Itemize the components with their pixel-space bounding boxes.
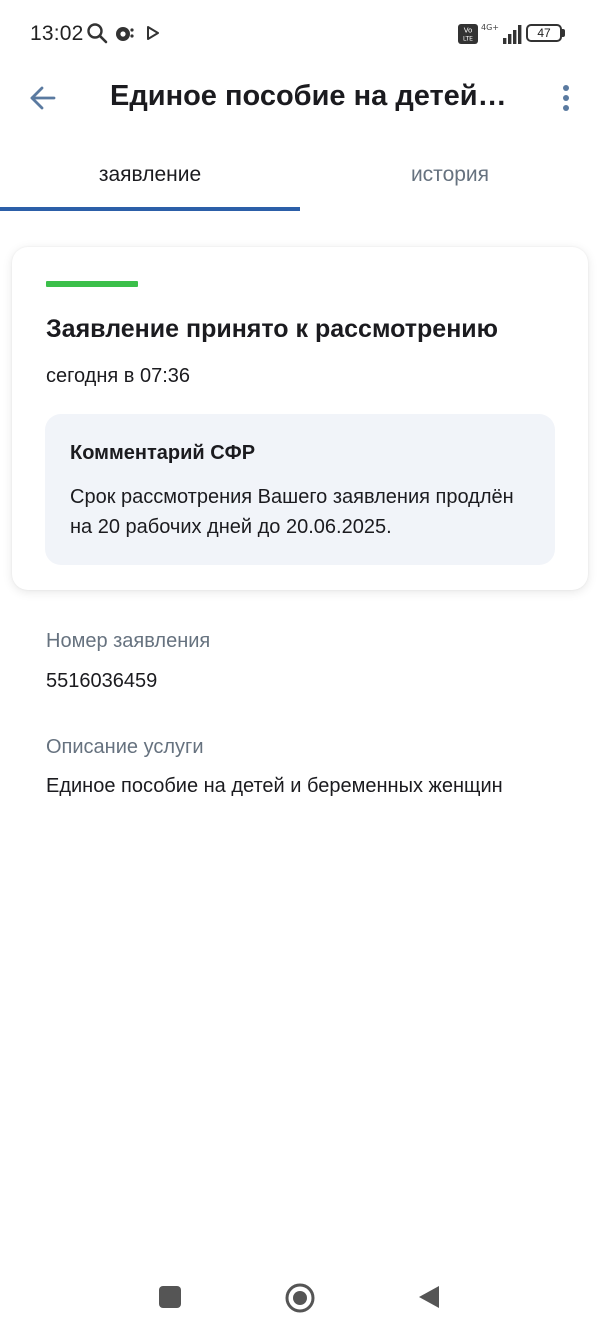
status-title: Заявление принято к рассмотрению bbox=[46, 315, 499, 343]
application-number-label: Номер заявления bbox=[46, 630, 211, 652]
svg-text:Vo: Vo bbox=[464, 27, 473, 35]
tab-application[interactable]: заявление bbox=[0, 150, 300, 210]
svg-text:LTE: LTE bbox=[463, 36, 473, 43]
battery-icon: 47 bbox=[526, 24, 566, 42]
active-tab-indicator bbox=[0, 207, 300, 211]
comment-text: Срок рассмотрения Вашего заявления продл… bbox=[70, 486, 514, 538]
play-icon bbox=[147, 26, 159, 40]
volte-icon: Vo LTE bbox=[458, 24, 478, 44]
home-icon[interactable] bbox=[284, 1282, 316, 1314]
tab-bar: заявление история bbox=[0, 150, 600, 212]
service-description-value: Единое пособие на детей и беременных жен… bbox=[46, 775, 503, 797]
back-arrow-icon[interactable] bbox=[24, 78, 64, 118]
status-bar: 13:02 Vo LTE 4G+ 47 bbox=[0, 0, 600, 66]
notification-icon bbox=[116, 27, 134, 41]
status-time: 13:02 bbox=[30, 22, 84, 45]
application-status-card: Заявление принято к рассмотрению сегодня… bbox=[12, 247, 588, 590]
comment-box: Комментарий СФР Срок рассмотрения Вашего… bbox=[45, 414, 555, 565]
battery-level: 47 bbox=[526, 24, 562, 42]
search-icon bbox=[87, 23, 108, 44]
comment-title: Комментарий СФР bbox=[70, 442, 256, 464]
network-type-label: 4G+ bbox=[481, 23, 499, 32]
back-triangle-icon[interactable] bbox=[417, 1284, 441, 1310]
app-header: Единое пособие на детей и беременных жен… bbox=[0, 66, 600, 130]
service-description-label: Описание услуги bbox=[46, 736, 204, 758]
system-nav-bar bbox=[0, 1262, 600, 1332]
status-indicator bbox=[46, 281, 138, 287]
signal-icon: 4G+ bbox=[481, 23, 522, 44]
status-date: сегодня в 07:36 bbox=[46, 365, 190, 387]
tab-history[interactable]: история bbox=[300, 150, 600, 210]
recent-apps-icon[interactable] bbox=[159, 1286, 181, 1308]
application-number-value: 5516036459 bbox=[46, 670, 158, 692]
page-title: Единое пособие на детей и беременных жен… bbox=[110, 80, 510, 112]
more-vertical-icon[interactable] bbox=[552, 78, 580, 118]
